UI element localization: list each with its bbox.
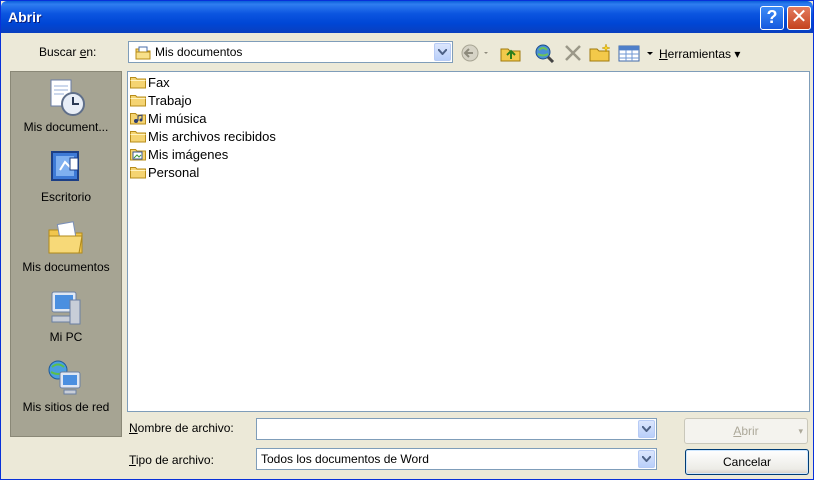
music-folder-icon <box>130 113 146 125</box>
places-bar: Mis document... Escritorio Mis documento… <box>10 71 122 437</box>
file-type-dropdown[interactable]: Todos los documentos de Word <box>256 448 657 470</box>
file-type-label: Tipo de archivo: <box>129 453 214 467</box>
folder-icon <box>130 131 146 143</box>
new-folder-icon[interactable] <box>589 43 613 63</box>
place-recent-documents[interactable]: Mis document... <box>11 78 121 134</box>
place-label-my-computer: Mi PC <box>49 330 83 344</box>
look-in-dropdown[interactable]: Mis documentos <box>128 41 453 63</box>
look-in-label: Buscar en: <box>39 45 97 59</box>
list-item[interactable]: Mi música <box>130 109 207 127</box>
network-places-icon <box>48 360 81 395</box>
place-label-network: Mis sitios de red <box>22 400 110 414</box>
my-documents-small-icon <box>135 45 151 64</box>
look-in-value: Mis documentos <box>155 45 243 59</box>
place-label-my-documents: Mis documentos <box>22 260 110 274</box>
tools-menu[interactable]: Herramientas ▾ <box>659 47 740 61</box>
open-dialog: Abrir ? ✕ Buscar en: Mis documentos Herr… <box>0 0 814 480</box>
desktop-icon <box>51 151 79 181</box>
help-button[interactable]: ? <box>760 6 784 30</box>
pictures-folder-icon <box>130 149 146 161</box>
place-label-desktop: Escritorio <box>40 190 91 204</box>
place-my-computer[interactable]: Mi PC <box>11 288 121 344</box>
cancel-button[interactable]: Cancelar <box>685 449 809 475</box>
file-name: Mis archivos recibidos <box>148 128 276 144</box>
list-item[interactable]: Personal <box>130 163 199 181</box>
list-item[interactable]: Trabajo <box>130 91 192 109</box>
file-name: Trabajo <box>148 92 192 108</box>
title-bar[interactable]: Abrir ? ✕ <box>1 1 813 33</box>
dialog-title: Abrir <box>8 9 42 25</box>
file-name-label: Nombre de archivo: <box>129 421 234 435</box>
my-documents-icon <box>48 221 83 254</box>
up-one-level-icon[interactable] <box>500 43 522 63</box>
close-button[interactable]: ✕ <box>787 6 811 30</box>
file-list[interactable]: Fax Trabajo Mi música Mis archivos recib… <box>127 71 810 412</box>
back-icon[interactable] <box>461 43 491 63</box>
delete-icon[interactable] <box>563 43 583 63</box>
recent-documents-icon <box>50 79 85 116</box>
file-name: Personal <box>148 164 200 180</box>
place-my-documents[interactable]: Mis documentos <box>11 218 121 274</box>
chevron-down-icon[interactable] <box>638 420 655 438</box>
views-icon[interactable] <box>618 43 654 63</box>
file-name: Mis imágenes <box>148 146 229 162</box>
list-item[interactable]: Mis archivos recibidos <box>130 127 276 145</box>
my-computer-icon <box>51 291 81 325</box>
file-name: Fax <box>148 74 170 90</box>
place-desktop[interactable]: Escritorio <box>11 148 121 204</box>
open-button[interactable]: Abrir ▾ <box>684 418 808 444</box>
folder-icon <box>130 95 146 107</box>
search-web-icon[interactable] <box>534 43 556 64</box>
file-name-input[interactable] <box>256 418 657 440</box>
list-item[interactable]: Mis imágenes <box>130 145 228 163</box>
place-network[interactable]: Mis sitios de red <box>11 358 121 414</box>
place-label-recent: Mis document... <box>23 120 109 134</box>
file-type-value: Todos los documentos de Word <box>261 452 429 466</box>
chevron-down-icon[interactable] <box>638 450 655 468</box>
file-name: Mi música <box>148 110 207 126</box>
list-item[interactable]: Fax <box>130 73 170 91</box>
open-dropdown-arrow[interactable]: ▾ <box>798 419 803 443</box>
chevron-down-icon[interactable] <box>434 43 451 61</box>
folder-icon <box>130 167 146 179</box>
folder-icon <box>130 77 146 89</box>
